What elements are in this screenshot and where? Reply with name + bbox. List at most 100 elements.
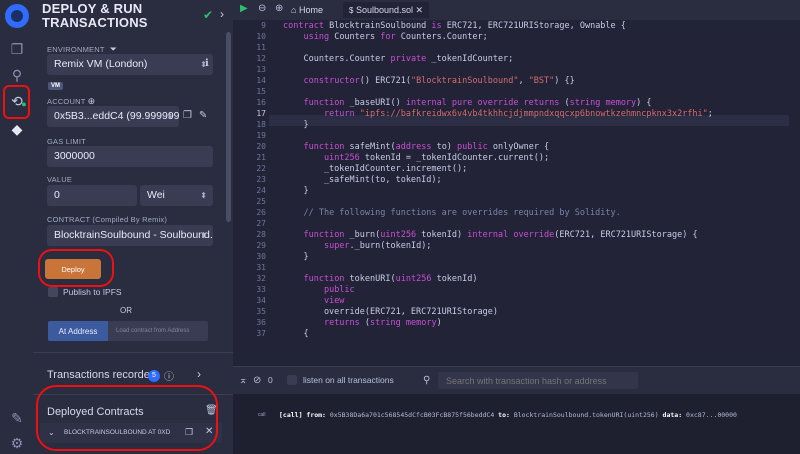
- home-icon: ⌂: [291, 5, 297, 15]
- add-account-icon[interactable]: ⊕: [88, 96, 96, 106]
- select-arrow-icon: ⬍: [200, 231, 207, 240]
- code-line[interactable]: view: [283, 296, 344, 306]
- line-number: 17: [256, 109, 266, 118]
- line-number: 28: [256, 230, 266, 239]
- load-address-input[interactable]: Load contract from Address: [108, 321, 208, 341]
- code-line[interactable]: uint256 tokenId = _tokenIdCounter.curren…: [283, 153, 549, 163]
- line-number: 24: [256, 186, 266, 195]
- code-line[interactable]: _safeMint(to, tokenId);: [283, 175, 442, 185]
- collapse-terminal-icon[interactable]: ⌅: [239, 375, 247, 386]
- tab-soulbound-sol[interactable]: $ Soulbound.sol ✕: [343, 2, 430, 18]
- code-line[interactable]: }: [283, 252, 308, 262]
- code-line[interactable]: _tokenIdCounter.increment();: [283, 164, 467, 174]
- line-number: 20: [256, 142, 266, 151]
- line-number: 32: [256, 274, 266, 283]
- line-number: 14: [256, 76, 266, 85]
- listen-checkbox[interactable]: [287, 375, 297, 385]
- code-line[interactable]: override(ERC721, ERC721URIStorage): [283, 307, 498, 317]
- edit-icon[interactable]: ✎: [199, 110, 207, 121]
- line-number: 27: [256, 219, 266, 228]
- line-number: 36: [256, 318, 266, 327]
- zoom-out-icon[interactable]: ⊖: [258, 3, 266, 14]
- pending-count: 0: [268, 375, 273, 385]
- info-icon[interactable]: ℹ: [205, 58, 209, 69]
- search-icon: ⚲: [423, 375, 431, 386]
- editor-tab-bar: ▶ ⊖ ⊕ ⌂ Home $ Soulbound.sol ✕: [233, 0, 800, 20]
- line-number: 34: [256, 296, 266, 305]
- code-line[interactable]: }: [283, 120, 308, 130]
- code-line[interactable]: using Counters for Counters.Counter;: [283, 32, 487, 42]
- line-number: 22: [256, 164, 266, 173]
- code-line[interactable]: function _burn(uint256 tokenId) internal…: [283, 230, 697, 240]
- at-address-button[interactable]: At Address: [48, 321, 108, 341]
- environment-select[interactable]: Remix VM (London) ⬍: [47, 54, 213, 75]
- code-editor[interactable]: 9 10 11 12 13 14 15 16 17 18 19 20 21 22 23 24 25 26 27 28 2…: [233, 20, 800, 366]
- line-number: 25: [256, 197, 266, 206]
- code-line[interactable]: function tokenURI(uint256 tokenId): [283, 274, 477, 284]
- line-number: 16: [256, 98, 266, 107]
- gas-limit-input[interactable]: 3000000: [47, 146, 213, 167]
- code-line[interactable]: Counters.Counter private _tokenIdCounter…: [283, 54, 513, 64]
- value-label: VALUE: [47, 175, 73, 184]
- search-icon[interactable]: ⚲: [8, 66, 26, 84]
- value-unit-select[interactable]: Wei ⬍: [140, 185, 213, 206]
- code-line[interactable]: return "ipfs://bafkreidwx6v4vb4tkhhcjdjm…: [283, 109, 713, 119]
- chevron-right-icon[interactable]: ›: [220, 7, 224, 21]
- code-line[interactable]: function _baseURI() internal pure overri…: [283, 98, 651, 108]
- code-line[interactable]: function safeMint(address to) public onl…: [283, 142, 549, 152]
- zoom-in-icon[interactable]: ⊕: [275, 3, 283, 14]
- line-number: 13: [256, 65, 266, 74]
- annotation-compiler-highlight: [3, 85, 30, 119]
- solidity-file-icon: $: [349, 6, 354, 15]
- file-explorer-icon[interactable]: ❐: [8, 40, 26, 58]
- contract-select[interactable]: BlocktrainSoulbound - Soulbound.so ⬍: [47, 225, 213, 246]
- listen-label: listen on all transactions: [303, 375, 394, 385]
- check-icon: ✔: [203, 8, 214, 22]
- chevron-right-icon[interactable]: ›: [197, 367, 201, 381]
- terminal-output: call [call] from: 0x5B38Da6a701c568545dC…: [233, 394, 800, 454]
- line-number: 21: [256, 153, 266, 162]
- line-number: 15: [256, 87, 266, 96]
- line-number: 23: [256, 175, 266, 184]
- divider: [33, 352, 233, 353]
- run-icon[interactable]: ▶: [240, 3, 248, 14]
- line-number: 11: [256, 43, 266, 52]
- code-line[interactable]: contract BlocktrainSoulbound is ERC721, …: [283, 21, 626, 31]
- info-icon[interactable]: ⓘ: [164, 368, 174, 383]
- settings-icon[interactable]: ⚙: [8, 434, 26, 452]
- plugin-manager-icon[interactable]: ✎: [8, 409, 26, 427]
- value-input[interactable]: 0: [47, 185, 137, 206]
- deploy-run-icon[interactable]: ◆: [8, 120, 26, 138]
- publish-ipfs-checkbox[interactable]: [48, 287, 58, 297]
- code-line[interactable]: returns (string memory): [283, 318, 442, 328]
- code-line[interactable]: public: [283, 285, 355, 295]
- line-number: 9: [261, 21, 266, 30]
- funnel-icon[interactable]: ⏷: [110, 44, 117, 54]
- terminal-log-entry[interactable]: [call] from: 0x5B38Da6a701c568545dCfcB03…: [279, 411, 737, 419]
- terminal-toolbar: ⌅ ⊘ 0 listen on all transactions ⚲: [233, 366, 800, 394]
- panel-title: DEPLOY & RUN TRANSACTIONS: [42, 1, 148, 30]
- close-icon[interactable]: ✕: [416, 5, 424, 15]
- code-line[interactable]: {: [283, 329, 308, 339]
- terminal-search-input[interactable]: [438, 372, 638, 389]
- transactions-recorded-label[interactable]: Transactions recorded: [47, 369, 156, 381]
- clear-terminal-icon[interactable]: ⊘: [253, 375, 261, 386]
- line-number: 10: [256, 32, 266, 41]
- tab-home[interactable]: ⌂ Home: [291, 2, 323, 18]
- line-number: 19: [256, 131, 266, 140]
- copy-icon[interactable]: ❐: [183, 110, 192, 121]
- select-arrow-icon: ⬍: [200, 191, 207, 200]
- or-divider: OR: [120, 306, 132, 315]
- line-number: 35: [256, 307, 266, 316]
- panel-scrollbar[interactable]: [226, 32, 231, 222]
- account-select[interactable]: 0x5B3...eddC4 (99.9999999 ⬍: [47, 106, 179, 127]
- code-line[interactable]: }: [283, 186, 308, 196]
- code-line[interactable]: super._burn(tokenId);: [283, 241, 431, 251]
- code-line[interactable]: constructor() ERC721("BlocktrainSoulboun…: [283, 76, 574, 86]
- line-number-gutter: 9 10 11 12 13 14 15 16 17 18 19 20 21 22 23 24 25 26 27 28 2…: [233, 20, 269, 366]
- publish-ipfs-label: Publish to IPFS: [63, 287, 122, 297]
- remix-logo-icon[interactable]: [5, 4, 29, 28]
- remix-ide: ❐ ⚲ ⟲ ● ◆ ✎ ⚙ DEPLOY & RUN TRANSACTIONS …: [0, 0, 800, 454]
- code-line[interactable]: // The following functions are overrides…: [283, 208, 620, 218]
- contract-label: CONTRACT (Compiled By Remix): [47, 215, 168, 224]
